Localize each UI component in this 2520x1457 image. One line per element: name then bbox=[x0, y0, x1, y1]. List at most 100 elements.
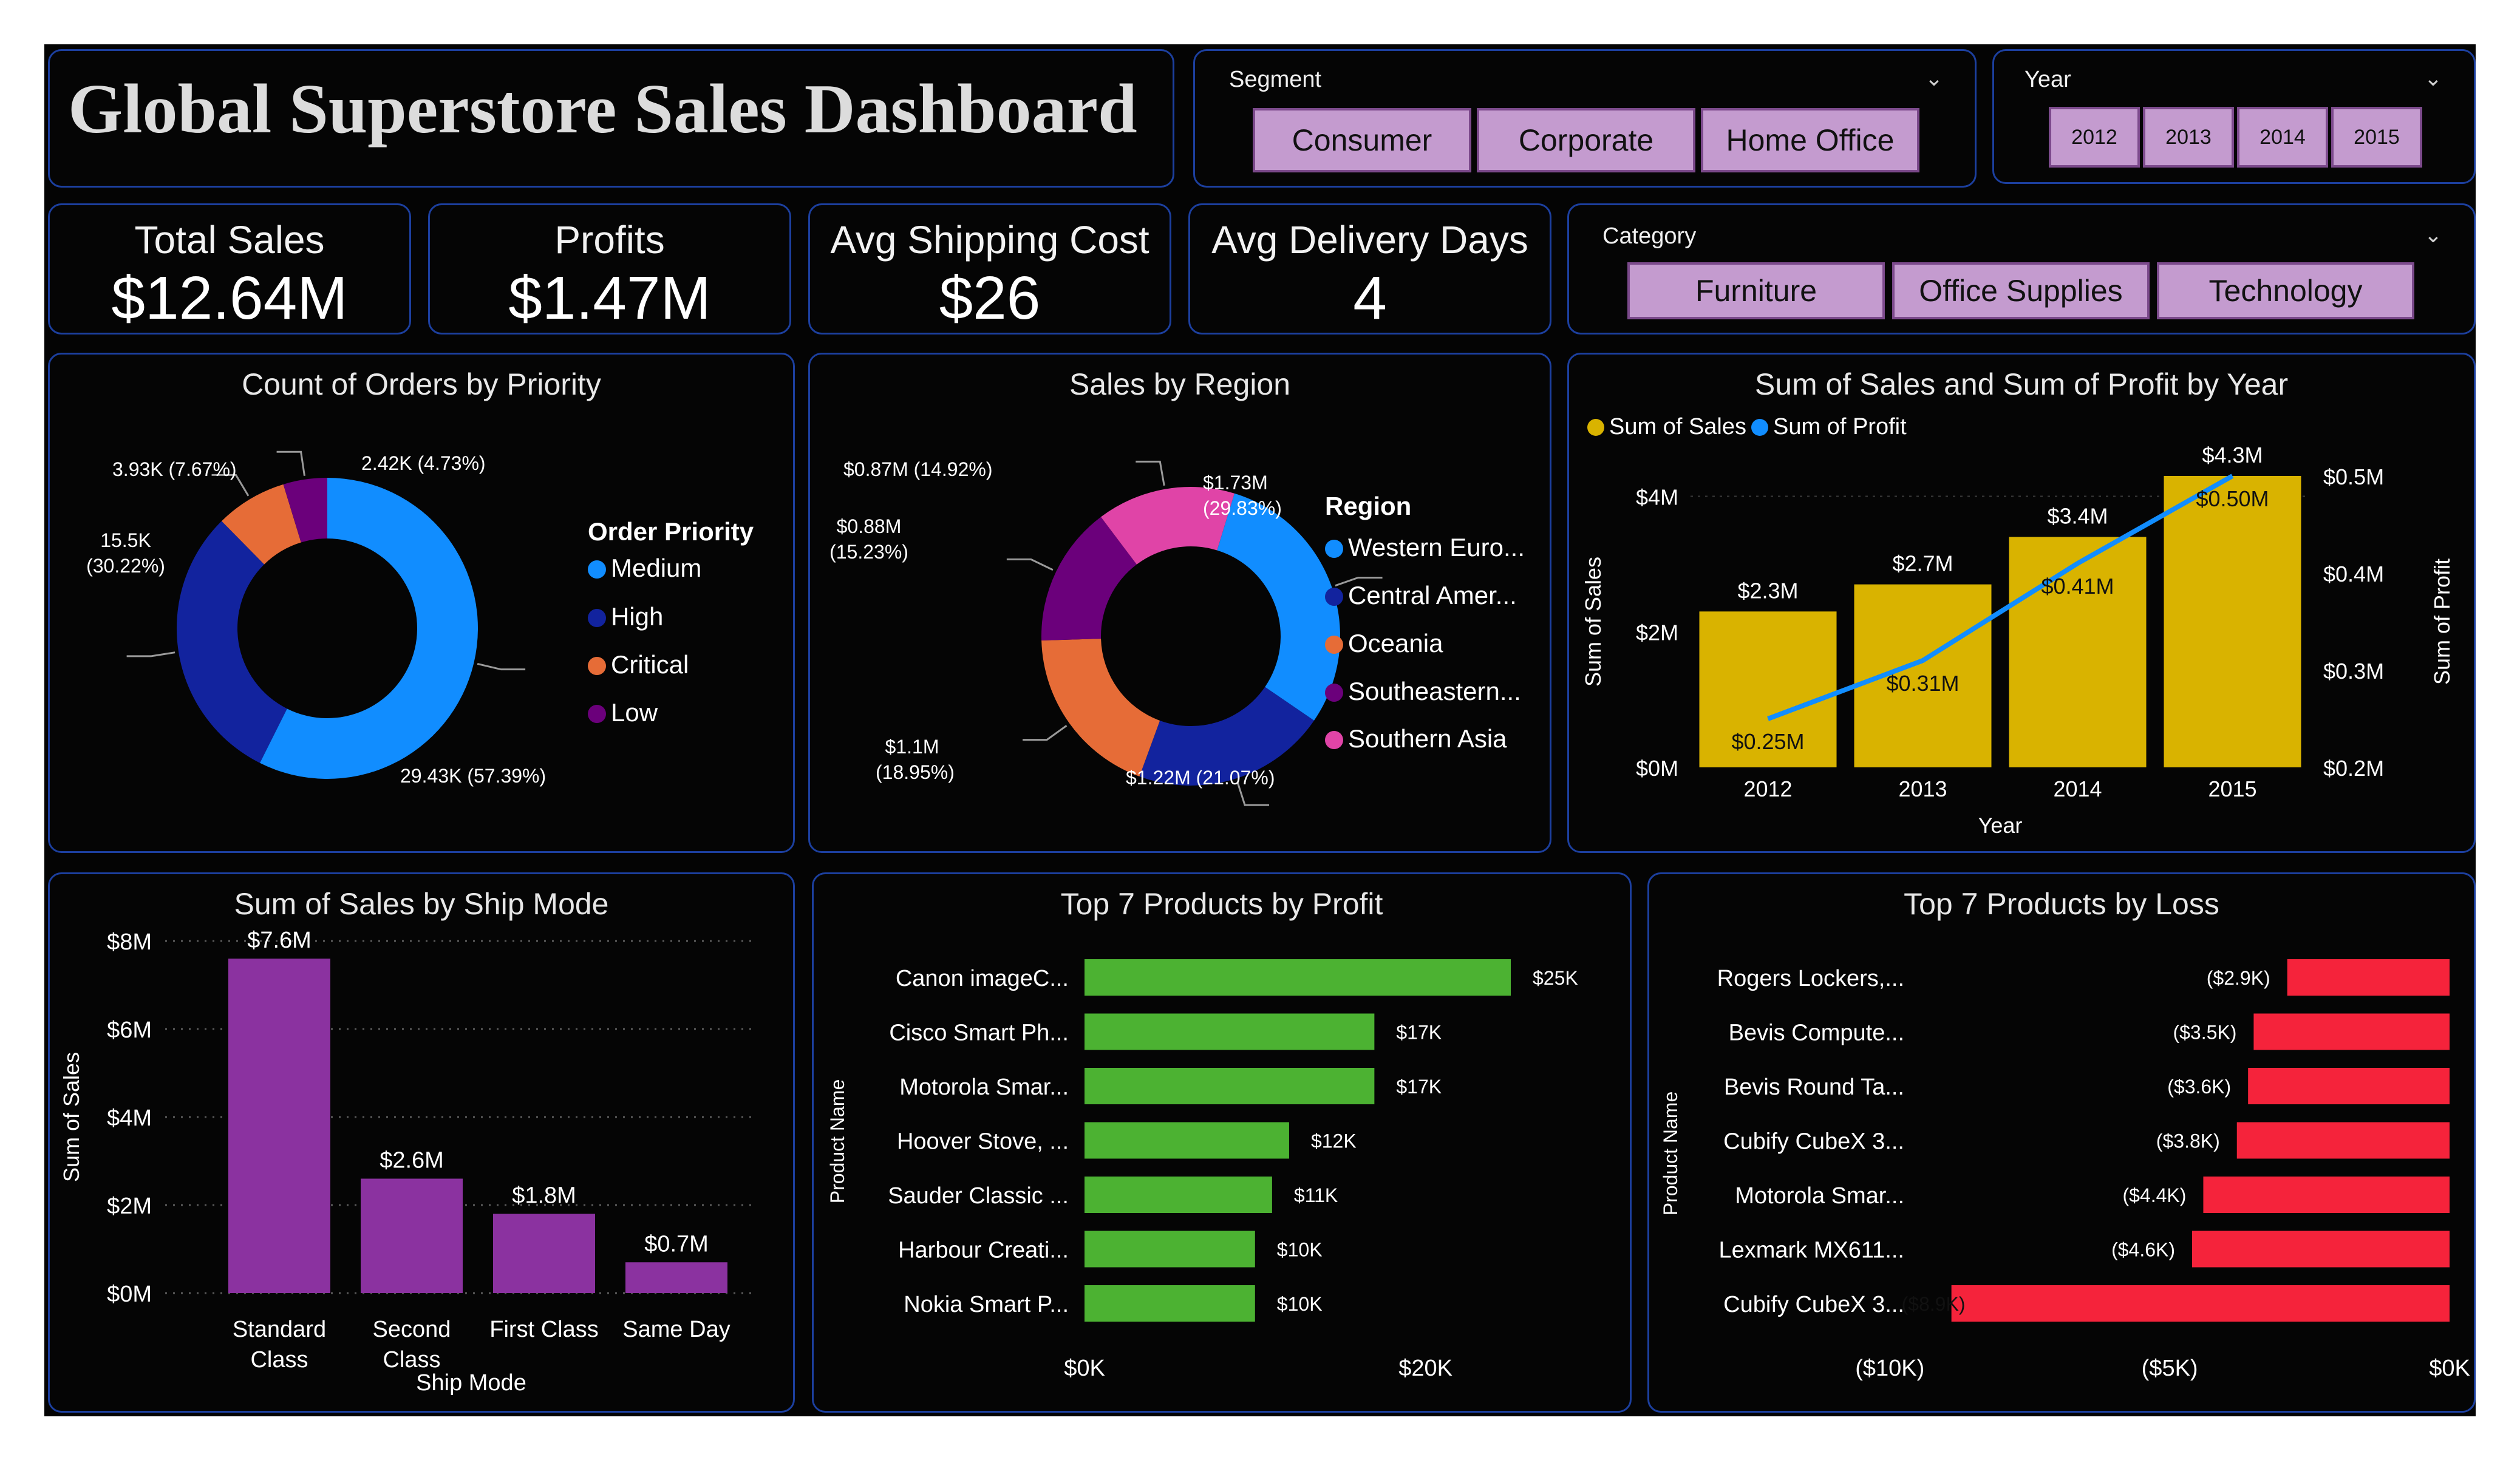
product-name-label: Motorola Smar... bbox=[1735, 1183, 1904, 1209]
legend-label: Southern Asia bbox=[1348, 724, 1507, 753]
y-axis-title: Product Name bbox=[826, 1079, 848, 1204]
loss-bar bbox=[2253, 1013, 2450, 1050]
category-chip-furniture[interactable]: Furniture bbox=[1627, 262, 1885, 319]
kpi-card-avg-delivery-days: Avg Delivery Days 4 bbox=[1188, 203, 1551, 335]
legend-item-low[interactable]: Low bbox=[588, 698, 658, 727]
leader-line-1 bbox=[126, 651, 175, 657]
product-name-label: Lexmark MX611... bbox=[1718, 1238, 1904, 1263]
legend-dot bbox=[1325, 636, 1343, 654]
x-tick-label: $0K bbox=[2429, 1356, 2470, 1381]
x-tick-label: $0K bbox=[1064, 1356, 1105, 1381]
slice-label-western-europe: $1.73M (29.83%) bbox=[1203, 470, 1300, 521]
kpi-value: $12.64M bbox=[111, 264, 348, 332]
bar-value-label: $12K bbox=[1311, 1130, 1357, 1152]
chevron-down-icon[interactable]: ⌄ bbox=[2424, 66, 2442, 91]
slice-label-medium: 29.43K (57.39%) bbox=[400, 765, 547, 787]
profit-bar bbox=[1085, 1122, 1289, 1159]
product-name-label: Bevis Compute... bbox=[1729, 1021, 1904, 1046]
sales-bar-label: $4.3M bbox=[2202, 443, 2263, 467]
legend-dot bbox=[588, 609, 606, 627]
bar-value-label: $10K bbox=[1277, 1293, 1323, 1315]
profit-bar bbox=[1085, 1068, 1375, 1104]
year-chip-2013[interactable]: 2013 bbox=[2143, 107, 2234, 168]
legend-item-medium[interactable]: Medium bbox=[588, 554, 701, 583]
sales-profit-by-year-chart: Sum of Sales and Sum of Profit by Year S… bbox=[1567, 353, 2476, 853]
year-slicer[interactable]: Year ⌄ 2012 2013 2014 2015 bbox=[1992, 49, 2476, 184]
loss-bar bbox=[2248, 1068, 2450, 1104]
category-chip-technology[interactable]: Technology bbox=[2157, 262, 2414, 319]
year-chip-2015[interactable]: 2015 bbox=[2331, 107, 2422, 168]
page-title: Global Superstore Sales Dashboard bbox=[68, 70, 1137, 148]
year-chip-2012[interactable]: 2012 bbox=[2049, 107, 2140, 168]
y2-tick-label: $0.5M bbox=[2323, 464, 2384, 489]
profit-hbar-chart: Canon imageC... $25K Cisco Smart Ph... $17K… bbox=[826, 959, 1578, 1381]
leader-line-3 bbox=[276, 450, 305, 477]
bar-value-label: $2.6M bbox=[380, 1148, 444, 1173]
y-tick-label: $8M bbox=[107, 929, 152, 955]
category-slicer[interactable]: Category ⌄ Furniture Office Supplies Tec… bbox=[1567, 203, 2476, 335]
bar-value-label: $25K bbox=[1533, 967, 1578, 989]
kpi-label: Avg Shipping Cost bbox=[830, 218, 1149, 262]
loss-bar bbox=[2236, 1122, 2450, 1159]
kpi-label: Total Sales bbox=[134, 218, 325, 262]
product-name-label: Cubify CubeX 3... bbox=[1723, 1292, 1904, 1317]
legend-item-oceania[interactable]: Oceania bbox=[1325, 629, 1443, 658]
legend-title: Order Priority bbox=[588, 517, 754, 546]
slice-label-text: $1.73M (29.83%) bbox=[1203, 472, 1282, 519]
product-name-label: Motorola Smar... bbox=[899, 1075, 1069, 1100]
profit-bar bbox=[1085, 1285, 1255, 1322]
segment-chip-home-office[interactable]: Home Office bbox=[1701, 108, 1919, 172]
bar-value-label: ($3.5K) bbox=[2173, 1022, 2236, 1044]
category-chip-office-supplies[interactable]: Office Supplies bbox=[1892, 262, 2150, 319]
legend-dot bbox=[1325, 684, 1343, 702]
product-name-label: Rogers Lockers,... bbox=[1717, 966, 1904, 991]
profit-bar bbox=[1085, 1231, 1255, 1268]
year-chip-2014[interactable]: 2014 bbox=[2237, 107, 2328, 168]
kpi-value: $26 bbox=[939, 264, 1041, 332]
product-name-label: Nokia Smart P... bbox=[904, 1292, 1069, 1317]
bar-value-label: ($4.6K) bbox=[2111, 1239, 2175, 1261]
legend-item-critical[interactable]: Critical bbox=[588, 650, 689, 679]
legend-item-western-europe[interactable]: Western Euro... bbox=[1325, 533, 1525, 562]
profit-point-label: $0.50M bbox=[2196, 486, 2269, 511]
legend-dot bbox=[1325, 731, 1343, 749]
legend-item-central-america[interactable]: Central Amer... bbox=[1325, 581, 1517, 610]
profit-bar bbox=[1085, 1177, 1272, 1213]
product-name-label: Hoover Stove, ... bbox=[897, 1129, 1069, 1155]
chevron-down-icon[interactable]: ⌄ bbox=[2424, 222, 2442, 248]
x-tick-label: 2013 bbox=[1898, 776, 1947, 801]
sales-bar bbox=[2164, 476, 2301, 767]
top-products-by-profit-chart: Top 7 Products by Profit Canon imageC...… bbox=[812, 872, 1632, 1413]
kpi-card-avg-shipping-cost: Avg Shipping Cost $26 bbox=[808, 203, 1171, 335]
chevron-down-icon[interactable]: ⌄ bbox=[1925, 66, 1943, 91]
legend-dot bbox=[1325, 588, 1343, 606]
ship-mode-bar bbox=[493, 1214, 595, 1293]
legend-item-high[interactable]: High bbox=[588, 602, 663, 631]
x-axis-title: Year bbox=[1978, 813, 2023, 838]
x-tick-label: 2014 bbox=[2053, 776, 2102, 801]
x-tick-label: 2012 bbox=[1743, 776, 1792, 801]
slice-label-central-america: $1.22M (21.07%) bbox=[1126, 767, 1275, 789]
slice-label-low: 2.42K (4.73%) bbox=[361, 452, 486, 474]
legend-item-southern-asia[interactable]: Southern Asia bbox=[1325, 724, 1507, 753]
profit-point-label: $0.31M bbox=[1886, 671, 1959, 696]
x-tick-label: ($10K) bbox=[1855, 1356, 1924, 1381]
slice-label-high: 15.5K (30.22%) bbox=[68, 528, 183, 579]
y-axis-title: Sum of Sales bbox=[59, 1052, 84, 1182]
slice-label-critical: 3.93K (7.67%) bbox=[112, 458, 237, 480]
x-tick-label: ($5K) bbox=[2142, 1356, 2198, 1381]
segment-chip-consumer[interactable]: Consumer bbox=[1253, 108, 1471, 172]
x-tick-label: Class bbox=[250, 1347, 308, 1373]
leader-line-2 bbox=[1023, 725, 1068, 741]
year-combo-chart: $0M $2M $4M $0.2M $0.3M $0.4M $0.5M Sum of Sale… bbox=[1581, 443, 2454, 838]
x-tick-label: Class bbox=[383, 1347, 440, 1373]
segment-slicer[interactable]: Segment ⌄ Consumer Corporate Home Office bbox=[1193, 49, 1977, 188]
kpi-card-profits: Profits $1.47M bbox=[428, 203, 791, 335]
legend-label: Southeastern... bbox=[1348, 677, 1521, 705]
legend-item-southeastern-asia[interactable]: Southeastern... bbox=[1325, 677, 1521, 706]
bar-value-label: ($3.6K) bbox=[2167, 1076, 2231, 1098]
y-axis-title: Sum of Sales bbox=[1581, 557, 1606, 687]
profit-bar bbox=[1085, 959, 1511, 996]
profit-bar bbox=[1085, 1013, 1375, 1050]
segment-chip-corporate[interactable]: Corporate bbox=[1477, 108, 1695, 172]
